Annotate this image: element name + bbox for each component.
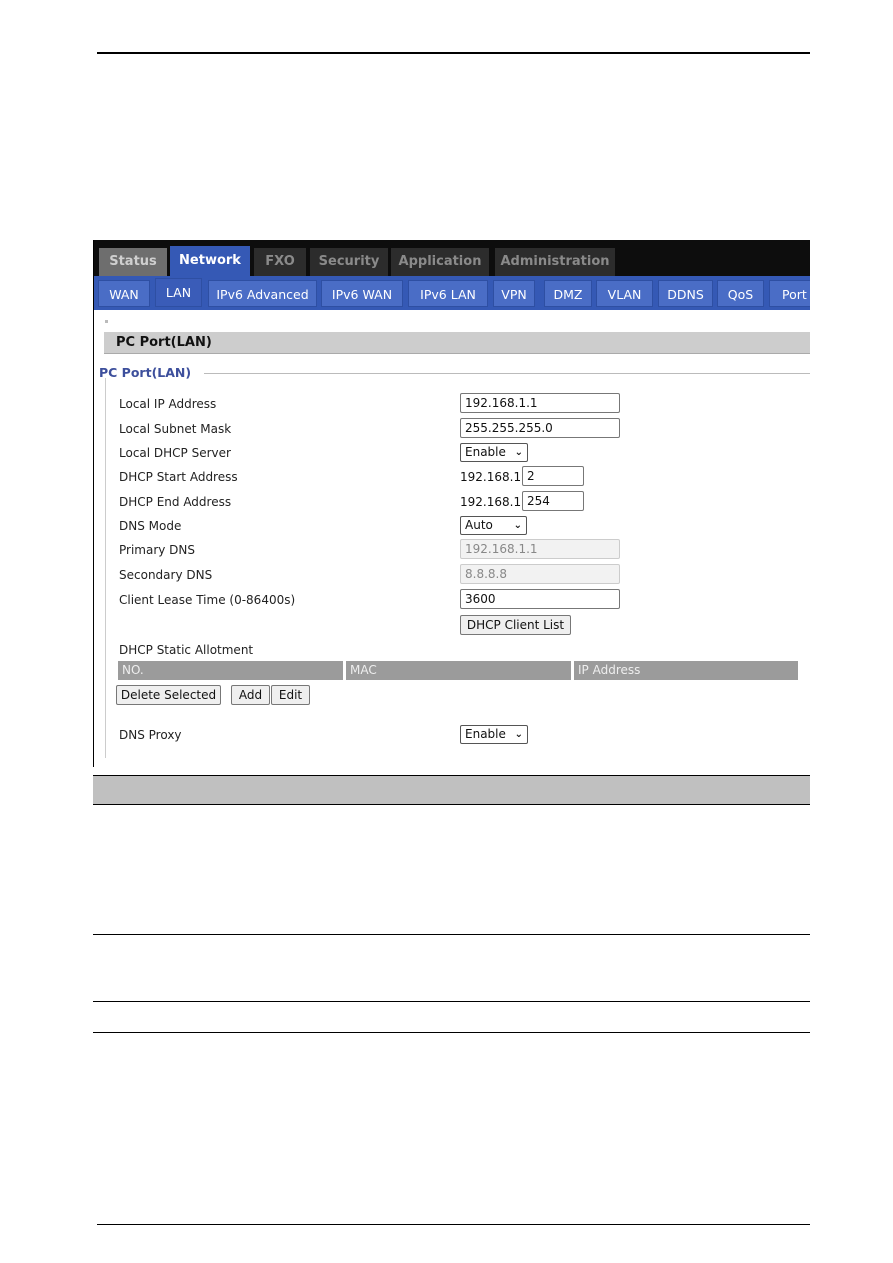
page-top-rule (97, 52, 810, 54)
dns-mode-select[interactable]: Auto ⌄ (460, 516, 527, 535)
dns-proxy-value: Enable (465, 727, 506, 741)
page-bottom-rule (97, 1224, 810, 1225)
dhcp-start-input[interactable]: 2 (522, 466, 584, 486)
local-ip-label: Local IP Address (119, 397, 217, 411)
column-header-ip-address: IP Address (574, 661, 798, 680)
dhcp-end-label: DHCP End Address (119, 495, 232, 509)
subtab-ddns[interactable]: DDNS (658, 280, 713, 307)
column-header-mac: MAC (346, 661, 571, 680)
section-header: PC Port(LAN) (104, 332, 810, 354)
tab-administration[interactable]: Administration (495, 248, 615, 276)
dns-mode-label: DNS Mode (119, 519, 182, 533)
secondary-dns-label: Secondary DNS (119, 568, 213, 582)
subtab-dmz[interactable]: DMZ (544, 280, 592, 307)
dns-mode-value: Auto (465, 518, 493, 532)
lease-time-input[interactable]: 3600 (460, 589, 620, 609)
local-ip-input[interactable]: 192.168.1.1 (460, 393, 620, 413)
chevron-down-icon: ⌄ (514, 729, 523, 740)
secondary-dns-input: 8.8.8.8 (460, 564, 620, 584)
table-rule (93, 1001, 810, 1002)
tab-application[interactable]: Application (391, 248, 489, 276)
subtab-ipv6-wan[interactable]: IPv6 WAN (321, 280, 403, 307)
chevron-down-icon: ⌄ (513, 520, 522, 531)
fieldset-border-left (105, 378, 106, 758)
static-allotment-label: DHCP Static Allotment (119, 643, 254, 657)
table-rule (93, 1032, 810, 1033)
tab-fxo[interactable]: FXO (254, 248, 306, 276)
dns-proxy-select[interactable]: Enable ⌄ (460, 725, 528, 744)
fieldset-border-top (204, 373, 810, 374)
subtab-ipv6-lan[interactable]: IPv6 LAN (408, 280, 488, 307)
primary-dns-input: 192.168.1.1 (460, 539, 620, 559)
subtab-vpn[interactable]: VPN (493, 280, 535, 307)
subtab-ipv6-advanced[interactable]: IPv6 Advanced (208, 280, 317, 307)
dhcp-server-label: Local DHCP Server (119, 446, 231, 460)
sub-nav-bar: WAN LAN IPv6 Advanced IPv6 WAN IPv6 LAN … (94, 276, 810, 310)
subnet-mask-input[interactable]: 255.255.255.0 (460, 418, 620, 438)
column-header-no: NO. (118, 661, 343, 680)
subtab-vlan[interactable]: VLAN (596, 280, 653, 307)
corner-marker (105, 320, 108, 323)
table-rule (93, 934, 810, 935)
router-web-ui-screenshot: Status Network FXO Security Application … (93, 240, 810, 767)
subnet-mask-label: Local Subnet Mask (119, 422, 232, 436)
dhcp-start-prefix: 192.168.1. (460, 470, 525, 484)
subtab-qos[interactable]: QoS (717, 280, 764, 307)
chevron-down-icon: ⌄ (514, 447, 523, 458)
tab-security[interactable]: Security (310, 248, 388, 276)
dhcp-end-input[interactable]: 254 (522, 491, 584, 511)
subtab-lan[interactable]: LAN (155, 278, 202, 307)
table-header-band (93, 775, 810, 805)
fieldset-legend: PC Port(LAN) (99, 365, 192, 380)
dhcp-start-label: DHCP Start Address (119, 470, 238, 484)
edit-button[interactable]: Edit (271, 685, 310, 705)
subtab-port[interactable]: Port (769, 280, 810, 307)
dhcp-client-list-button[interactable]: DHCP Client List (460, 615, 571, 635)
dns-proxy-label: DNS Proxy (119, 728, 182, 742)
primary-dns-label: Primary DNS (119, 543, 196, 557)
delete-selected-button[interactable]: Delete Selected (116, 685, 221, 705)
dhcp-server-value: Enable (465, 445, 506, 459)
add-button[interactable]: Add (231, 685, 270, 705)
dhcp-end-prefix: 192.168.1. (460, 495, 525, 509)
dhcp-server-select[interactable]: Enable ⌄ (460, 443, 528, 462)
tab-network[interactable]: Network (170, 246, 250, 276)
subtab-wan[interactable]: WAN (98, 280, 150, 307)
lease-time-label: Client Lease Time (0-86400s) (119, 593, 296, 607)
main-nav-bar: Status Network FXO Security Application … (94, 240, 810, 276)
tab-status[interactable]: Status (99, 248, 167, 276)
